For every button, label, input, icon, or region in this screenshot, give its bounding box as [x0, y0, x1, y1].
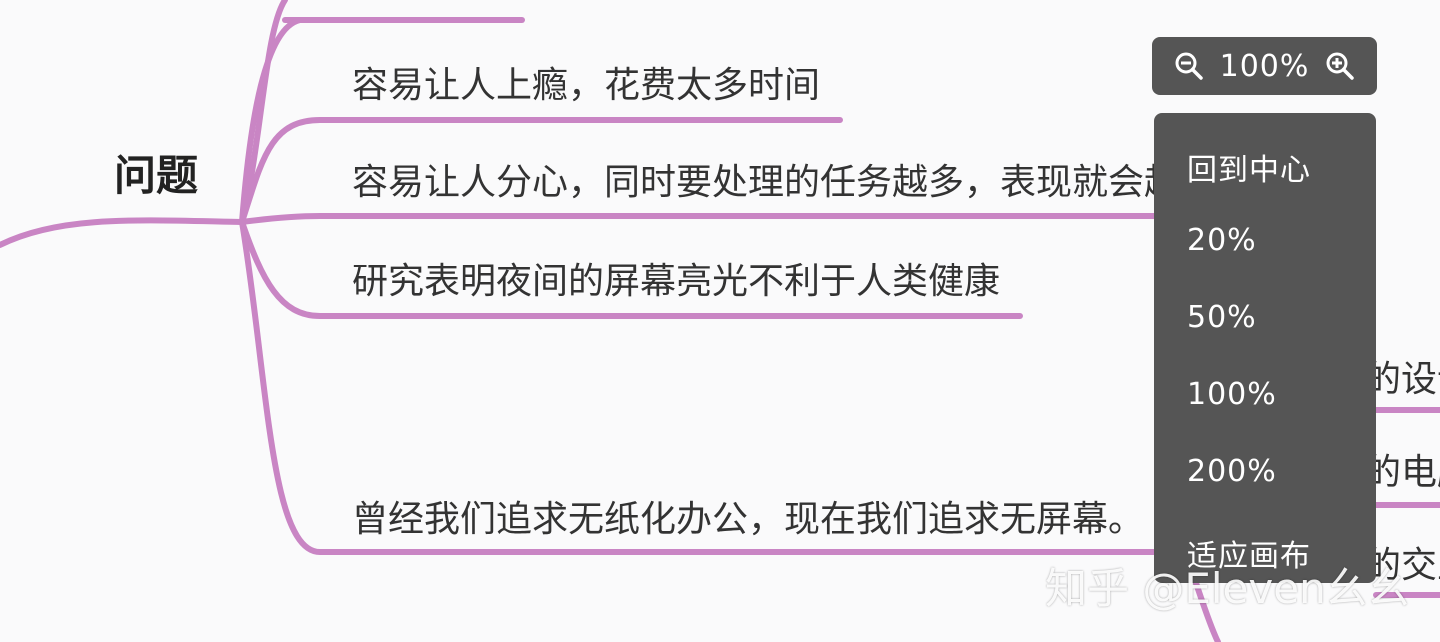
menu-item-20[interactable]: 20%	[1187, 223, 1257, 258]
menu-item-center[interactable]: 回到中心	[1187, 145, 1311, 189]
watermark: 知乎 @Eleven幺幺	[1045, 564, 1410, 613]
branch-node-4[interactable]: 曾经我们追求无纸化办公，现在我们追求无屏幕。	[352, 502, 1144, 538]
zoom-dropdown-menu: 回到中心 20% 50% 100% 200% 适应画布	[1154, 113, 1376, 583]
right-node-2[interactable]: 的电脑	[1365, 455, 1440, 491]
right-node-1[interactable]: 的设计	[1365, 362, 1440, 398]
zoom-out-icon[interactable]	[1174, 51, 1204, 81]
branch-line-2	[239, 213, 1163, 225]
zoom-level-button[interactable]: 100%	[1220, 49, 1310, 84]
zoom-control: 100%	[1152, 37, 1377, 95]
branch-node-1[interactable]: 容易让人上瘾，花费太多时间	[352, 68, 820, 104]
menu-item-50[interactable]: 50%	[1187, 300, 1257, 335]
zoom-in-icon[interactable]	[1325, 51, 1355, 81]
branch-node-3[interactable]: 研究表明夜间的屏幕亮光不利于人类健康	[352, 264, 1000, 300]
menu-item-200[interactable]: 200%	[1187, 454, 1277, 489]
mindmap-canvas[interactable]: 问题 容易让人上瘾，花费太多时间 容易让人分心，同时要处理的任务越多，表现就会越…	[0, 0, 1440, 642]
branch-node-2[interactable]: 容易让人分心，同时要处理的任务越多，表现就会越	[352, 165, 1180, 201]
menu-item-100[interactable]: 100%	[1187, 377, 1277, 412]
root-connector	[0, 217, 245, 248]
root-node[interactable]: 问题	[114, 155, 198, 197]
